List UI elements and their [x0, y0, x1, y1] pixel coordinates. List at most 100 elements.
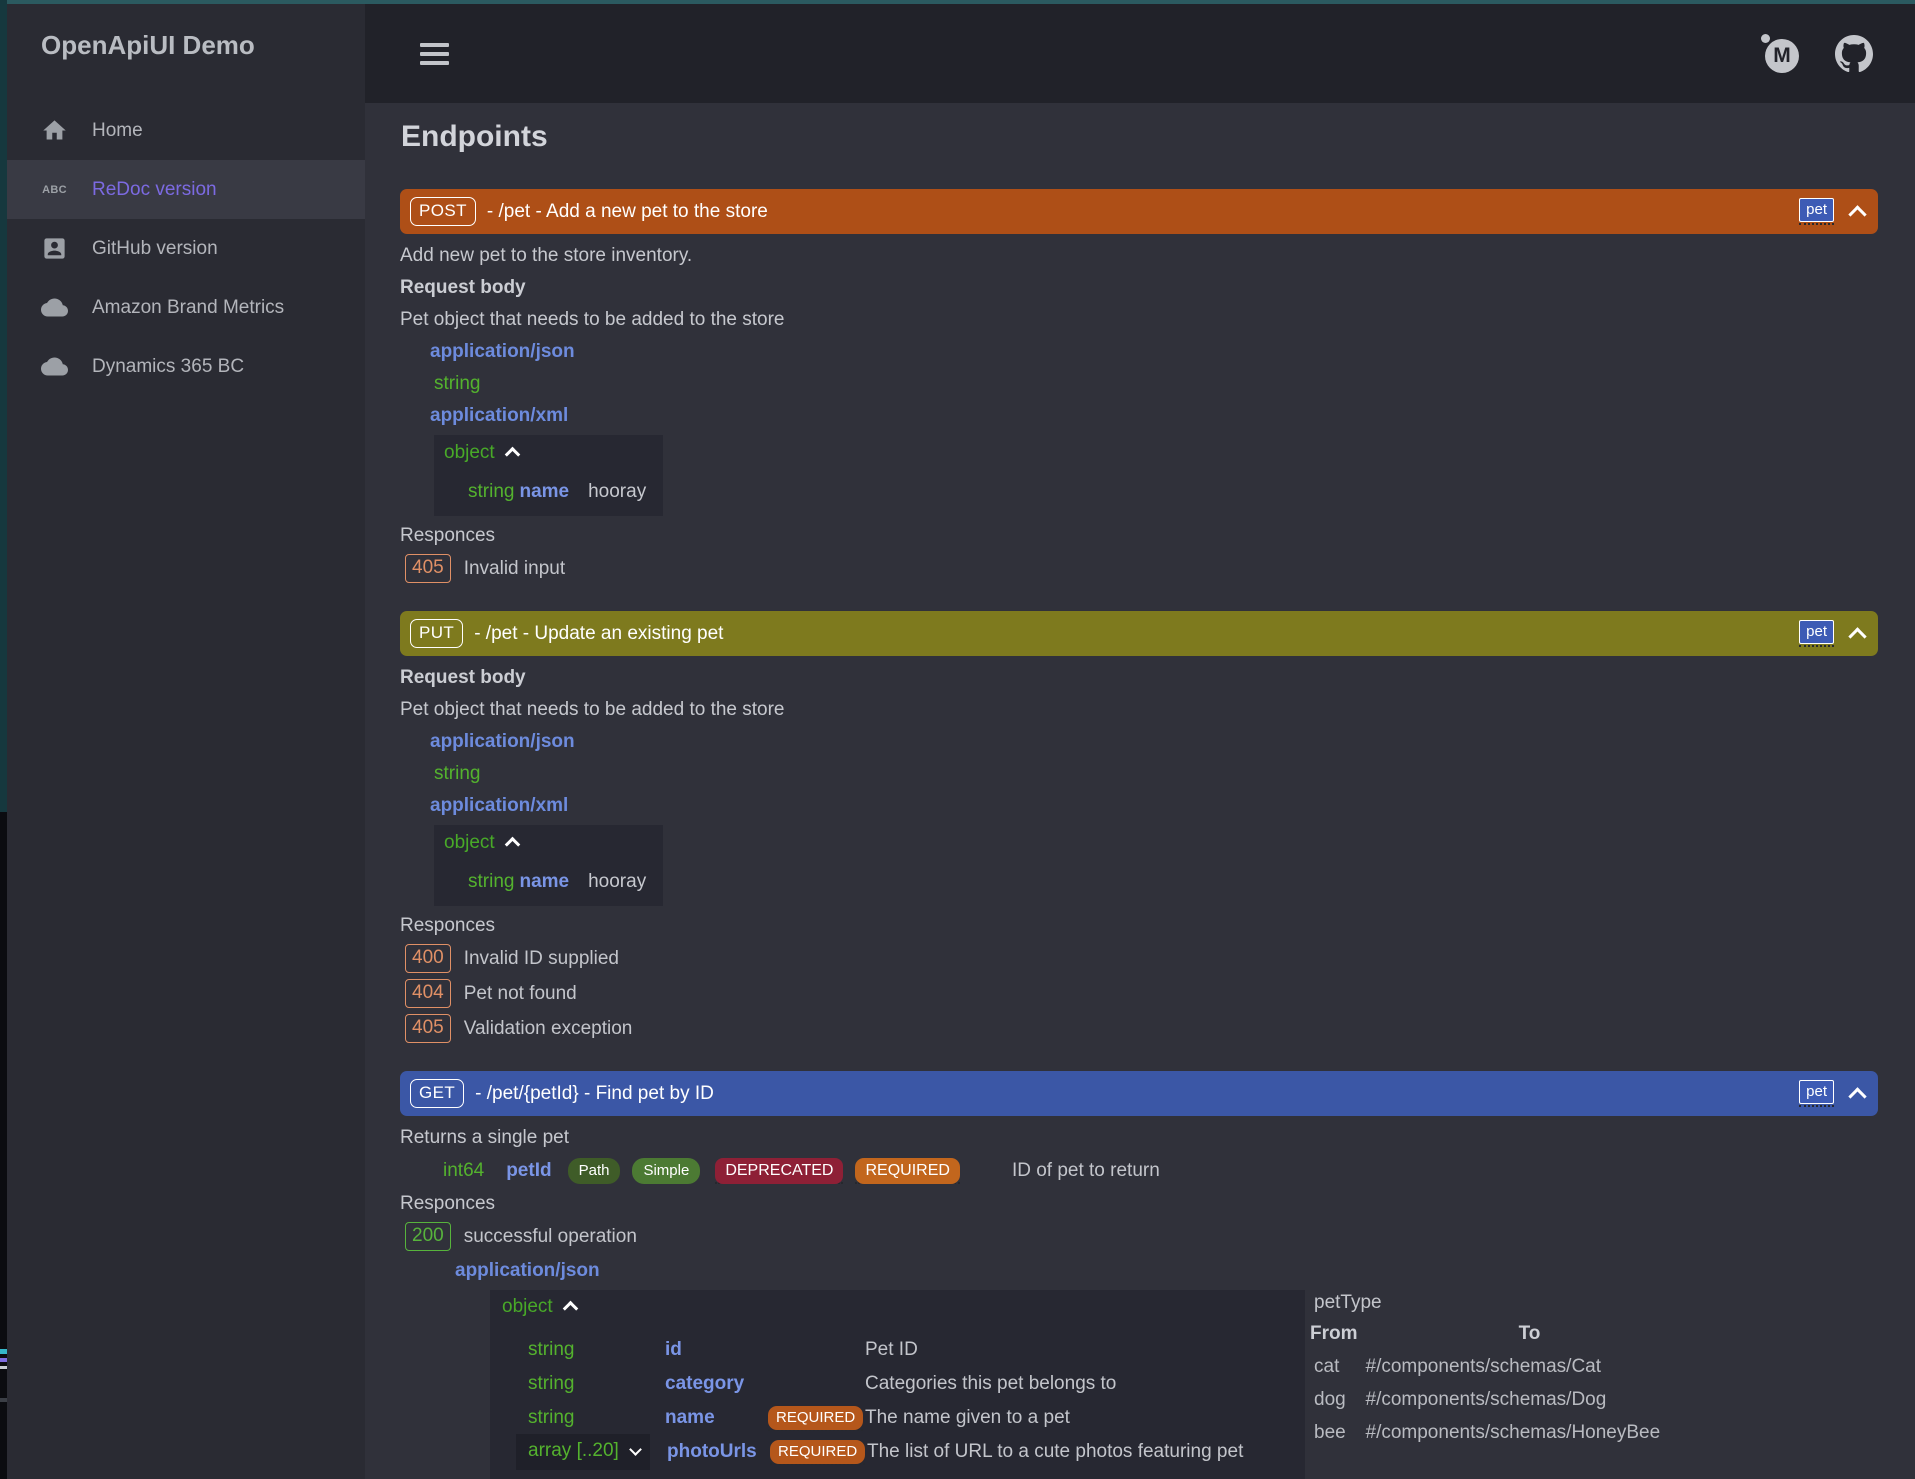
collapse-chevron-icon[interactable]	[1848, 205, 1866, 223]
page-title: Endpoints	[401, 119, 1878, 155]
object-toggle[interactable]: object	[444, 442, 663, 464]
endpoint-header-post[interactable]: POST - /pet - Add a new pet to the store…	[400, 189, 1878, 234]
collapse-chevron-icon[interactable]	[1848, 627, 1866, 645]
media-type-json[interactable]: application/json	[430, 730, 1878, 754]
from-header: From	[1306, 1316, 1362, 1351]
tag-badge-pet[interactable]: pet	[1799, 620, 1834, 644]
parameter-description: ID of pet to return	[1012, 1160, 1160, 1182]
response-text: Validation exception	[464, 1018, 633, 1040]
app-bar: M	[365, 4, 1915, 103]
account-box-icon	[41, 235, 68, 262]
response-text: Pet not found	[464, 983, 577, 1005]
status-code-badge: 405	[405, 554, 451, 583]
array-expand-toggle[interactable]: array [..20]	[516, 1434, 650, 1470]
mudblazor-logo-icon[interactable]: M	[1761, 34, 1801, 74]
chevron-down-icon	[629, 1443, 642, 1456]
parameter-type: int64	[443, 1160, 484, 1182]
endpoint-header-put[interactable]: PUT - /pet - Update an existing pet pet	[400, 611, 1878, 656]
mapping-to: #/components/schemas/Dog	[1362, 1384, 1698, 1417]
response-row: 400 Invalid ID supplied	[405, 944, 1878, 973]
endpoint-header-get[interactable]: GET - /pet/{petId} - Find pet by ID pet	[400, 1071, 1878, 1116]
discriminator-title: petType	[1314, 1292, 1698, 1314]
menu-toggle-button[interactable]	[420, 38, 449, 70]
mapping-from: bee	[1306, 1417, 1362, 1450]
background-window-left-edge	[0, 0, 7, 1479]
sidebar-item-dynamics-365-bc[interactable]: Dynamics 365 BC	[7, 337, 365, 396]
field-description: Pet ID	[865, 1339, 918, 1361]
mapping-from: dog	[1306, 1384, 1362, 1417]
endpoint-title: - /pet - Update an existing pet	[474, 623, 723, 645]
object-label: object	[444, 442, 495, 464]
schema-field-row: string name hooray	[468, 871, 663, 893]
parameter-name: petId	[506, 1160, 551, 1182]
schema-object-box: object string name hooray	[434, 435, 663, 516]
schema-field-row: string name hooray	[468, 481, 663, 503]
github-icon[interactable]	[1835, 35, 1873, 73]
parameter-row-petid: int64 petId Path Simple DEPRECATED REQUI…	[443, 1158, 1878, 1184]
mapping-row-bee: bee #/components/schemas/HoneyBee	[1306, 1417, 1698, 1450]
background-speck	[0, 1398, 7, 1402]
response-text: Invalid ID supplied	[464, 948, 619, 970]
mapping-to: #/components/schemas/HoneyBee	[1362, 1417, 1698, 1450]
status-code-badge: 200	[405, 1222, 451, 1251]
field-type: string	[528, 1373, 665, 1395]
response-row: 405 Invalid input	[405, 554, 1878, 583]
tag-badge-pet[interactable]: pet	[1799, 198, 1834, 222]
field-name: name	[519, 871, 569, 893]
app-title: OpenApiUI Demo	[7, 4, 365, 61]
endpoint-description: Add new pet to the store inventory.	[400, 244, 1878, 268]
media-type-xml[interactable]: application/xml	[430, 794, 1878, 818]
field-name: id	[665, 1339, 768, 1361]
tag-badge-pet[interactable]: pet	[1799, 1080, 1834, 1104]
schema-row-name: string name REQUIRED The name given to a…	[490, 1401, 1305, 1435]
sidebar-item-github-version[interactable]: GitHub version	[7, 219, 365, 278]
mapping-from: cat	[1306, 1351, 1362, 1384]
sidebar-item-label: Home	[92, 120, 143, 142]
deprecated-badge: DEPRECATED	[715, 1158, 843, 1184]
to-header: To	[1362, 1316, 1698, 1351]
sidebar-item-redoc-version[interactable]: ABC ReDoc version	[7, 160, 365, 219]
responses-label: Responces	[400, 1192, 1878, 1216]
responses-label: Responces	[400, 914, 1878, 938]
endpoint-get-pet-by-id: GET - /pet/{petId} - Find pet by ID pet …	[400, 1071, 1878, 1479]
field-type-cell: array [..20]	[528, 1434, 667, 1470]
endpoint-description: Returns a single pet	[400, 1126, 1878, 1150]
status-code-badge: 400	[405, 944, 451, 973]
collapse-chevron-icon[interactable]	[1848, 1087, 1866, 1105]
chevron-up-icon	[504, 447, 520, 463]
background-window-left-edge-upper	[0, 0, 7, 812]
response-row: 200 successful operation	[405, 1222, 1878, 1251]
home-icon	[41, 117, 68, 144]
media-type-json[interactable]: application/json	[430, 340, 1878, 364]
endpoint-put-pet: PUT - /pet - Update an existing pet pet …	[400, 611, 1878, 1043]
field-example: hooray	[588, 871, 646, 893]
schema-type: string	[434, 762, 1878, 786]
sidebar-item-home[interactable]: Home	[7, 101, 365, 160]
media-type-json[interactable]: application/json	[455, 1259, 1878, 1283]
field-type: string	[528, 1339, 665, 1361]
request-body-description: Pet object that needs to be added to the…	[400, 698, 1878, 722]
object-label: object	[502, 1296, 553, 1318]
schema-row-photourls: array [..20] photoUrls REQUIRED The list…	[490, 1435, 1305, 1469]
logo-letter: M	[1765, 39, 1799, 73]
schema-object-box: object string name hooray	[434, 825, 663, 906]
field-name: name	[665, 1407, 768, 1429]
sidebar-item-label: Dynamics 365 BC	[92, 356, 244, 378]
endpoint-title: - /pet - Add a new pet to the store	[487, 201, 768, 223]
media-type-xml[interactable]: application/xml	[430, 404, 1878, 428]
cloud-icon	[41, 294, 68, 321]
sidebar-item-amazon-brand-metrics[interactable]: Amazon Brand Metrics	[7, 278, 365, 337]
response-text: successful operation	[464, 1226, 637, 1248]
abc-icon: ABC	[41, 176, 68, 203]
method-badge: POST	[410, 197, 476, 226]
discriminator-table: From To cat #/components/schemas/Cat dog…	[1306, 1316, 1698, 1450]
field-example: hooray	[588, 481, 646, 503]
object-toggle[interactable]: object	[490, 1296, 1305, 1318]
field-type: string	[468, 871, 514, 893]
field-description: The name given to a pet	[865, 1407, 1070, 1429]
mapping-to: #/components/schemas/Cat	[1362, 1351, 1698, 1384]
request-body-label: Request body	[400, 666, 1878, 690]
method-badge: GET	[410, 1079, 464, 1108]
field-description: Categories this pet belongs to	[865, 1373, 1116, 1395]
object-toggle[interactable]: object	[444, 832, 663, 854]
